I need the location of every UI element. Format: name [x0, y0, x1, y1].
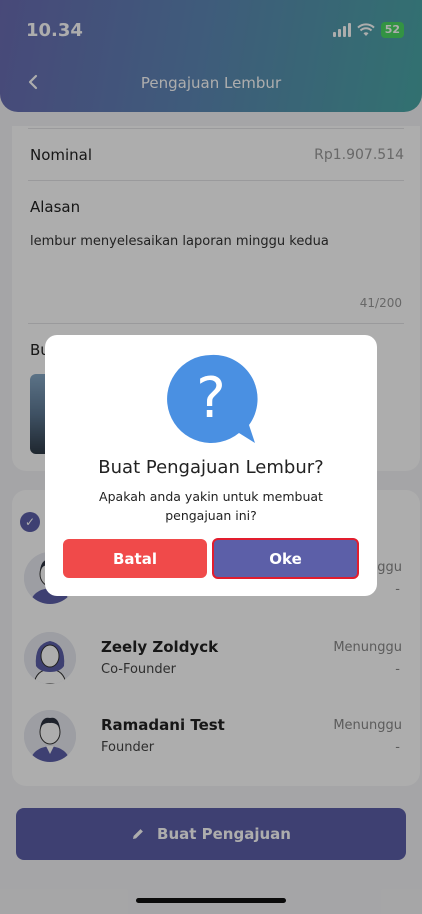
question-bubble-icon: ? — [167, 354, 258, 443]
ok-button[interactable]: Oke — [212, 538, 359, 579]
dialog-title: Buat Pengajuan Lembur? — [98, 457, 324, 478]
confirm-dialog: ? Buat Pengajuan Lembur? Apakah anda yak… — [45, 335, 377, 596]
svg-text:?: ? — [196, 366, 226, 431]
dialog-message: Apakah anda yakin untuk membuat pengajua… — [99, 489, 323, 523]
cancel-button[interactable]: Batal — [63, 539, 207, 578]
